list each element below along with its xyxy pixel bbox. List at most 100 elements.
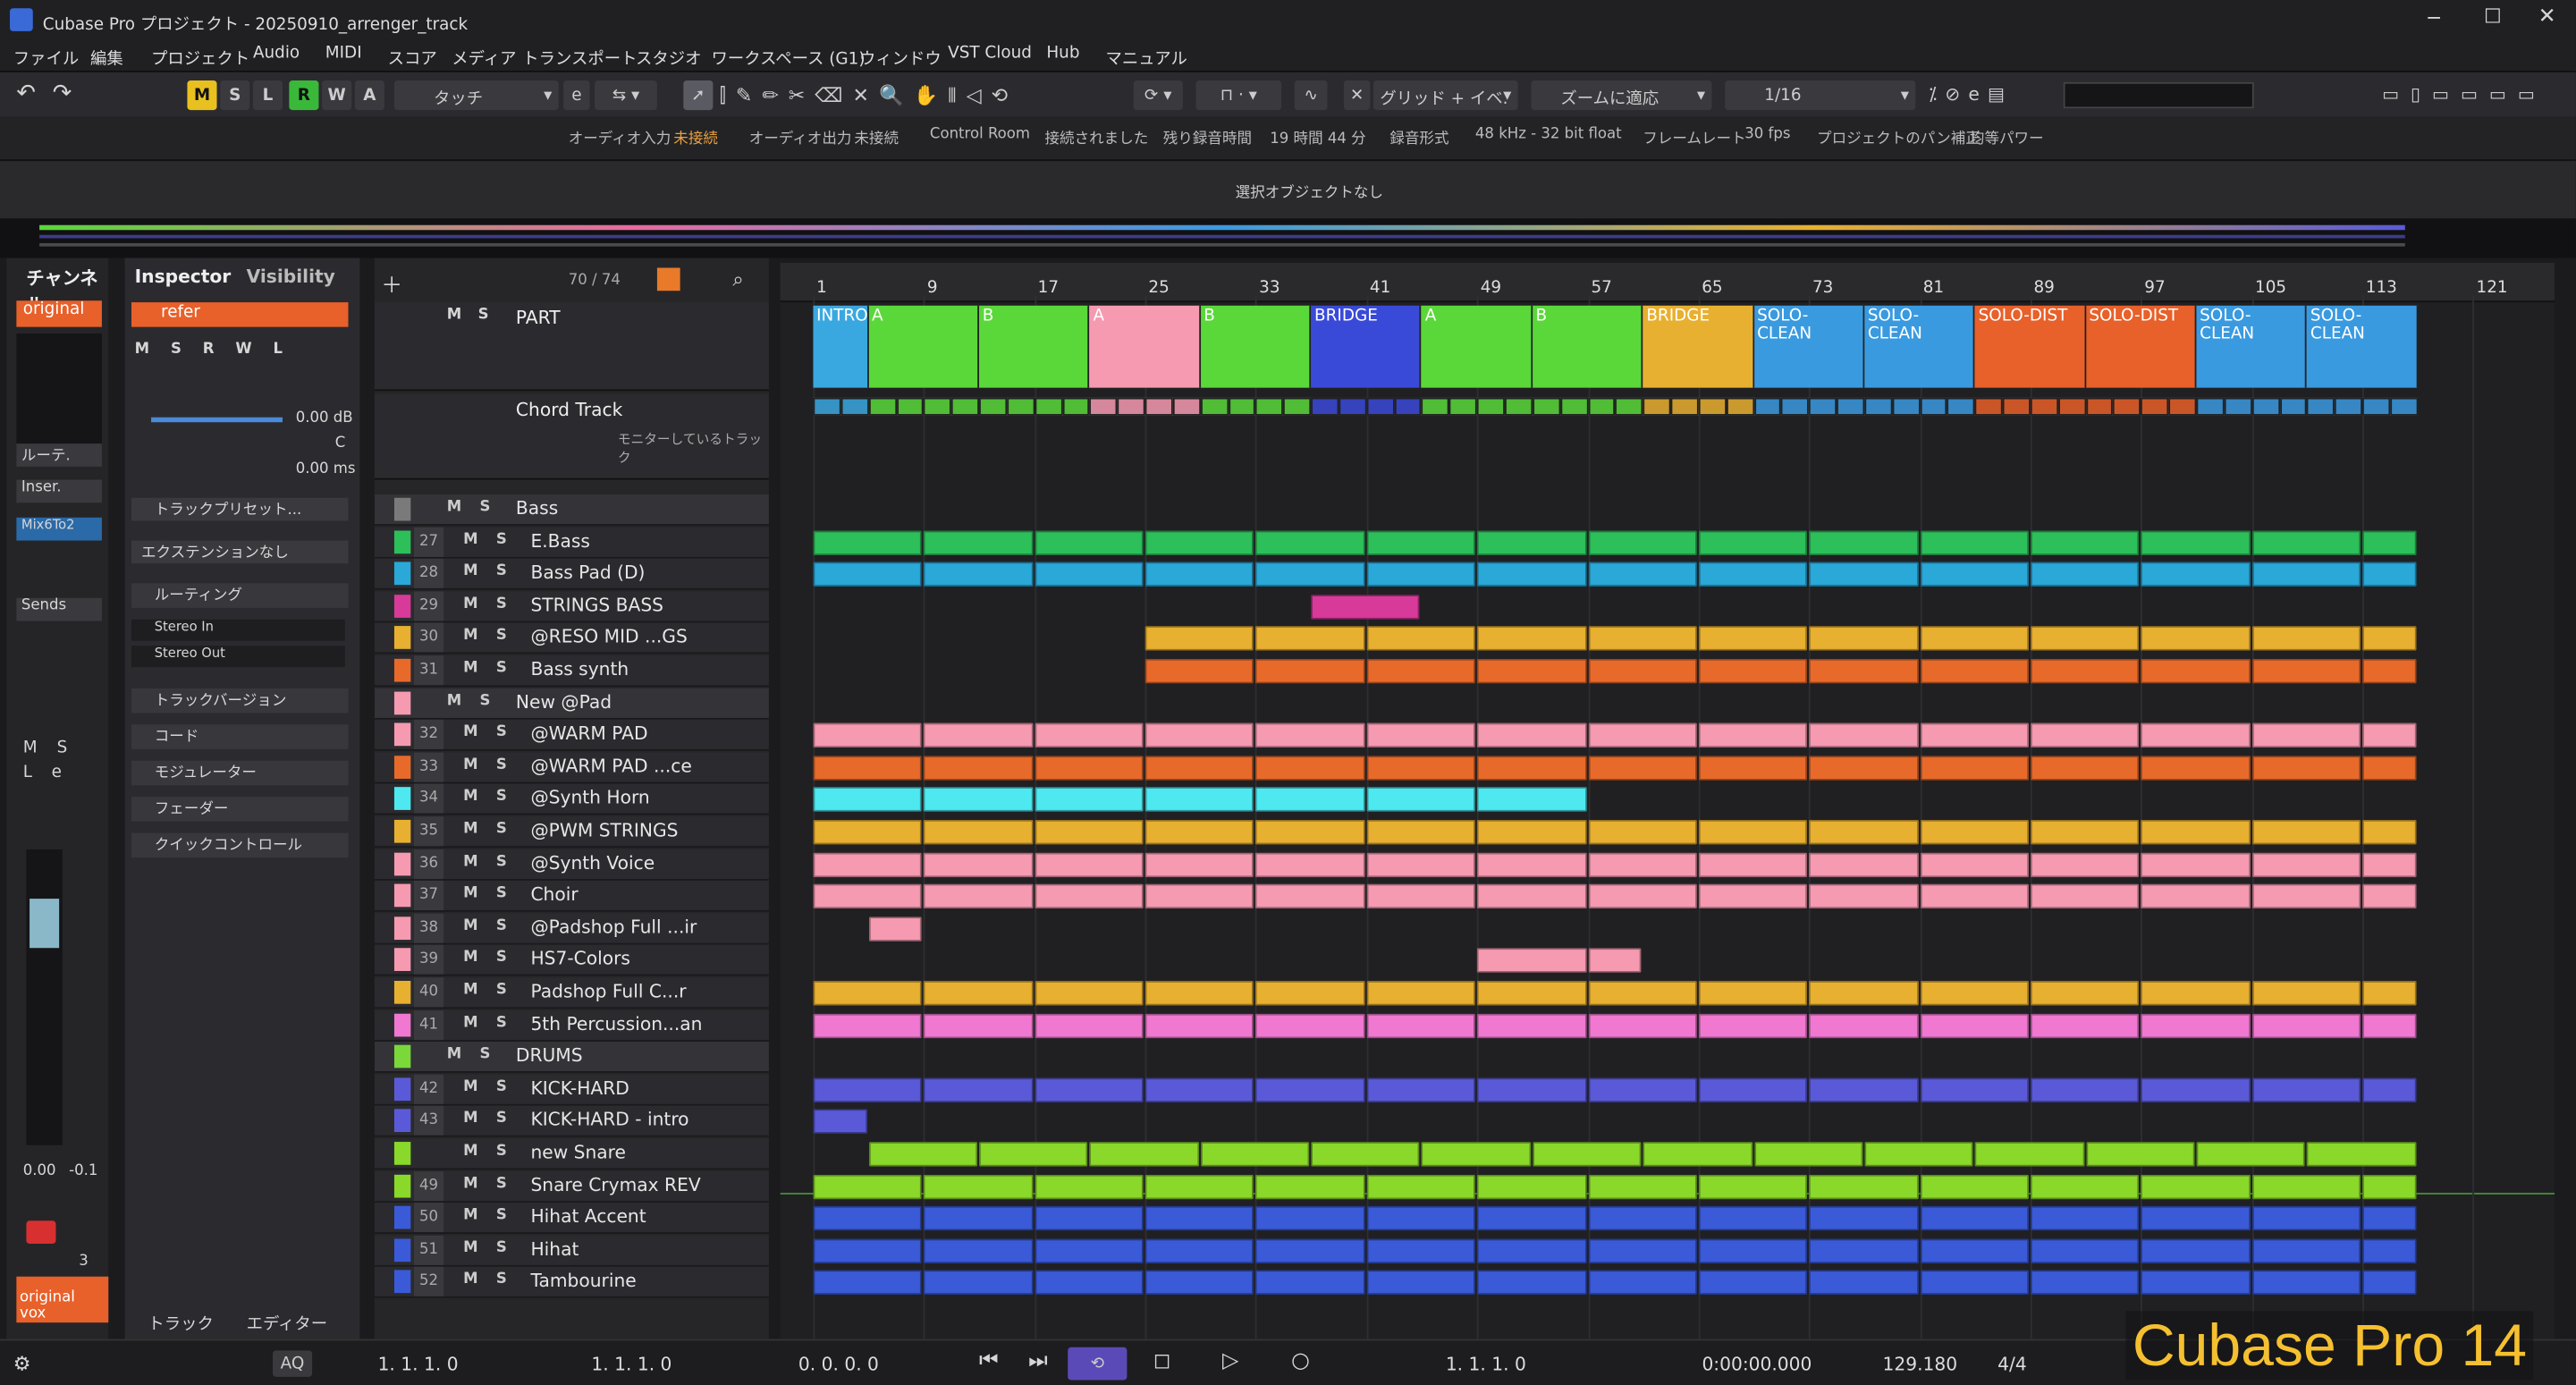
event-clip[interactable] (1366, 1238, 1476, 1263)
chord-event[interactable] (813, 397, 841, 416)
mute-button[interactable]: M (463, 725, 477, 741)
menu-item[interactable]: VST Cloud (948, 45, 1032, 63)
event-clip[interactable] (1366, 851, 1476, 877)
event-clip[interactable] (813, 562, 923, 587)
grid-toggle-icon[interactable]: ✕ (1343, 80, 1371, 111)
event-clip[interactable] (813, 980, 923, 1006)
mute-button[interactable]: M (463, 596, 477, 612)
event-clip[interactable] (813, 883, 923, 909)
play-icon[interactable]: ▷ (1222, 1349, 1238, 1374)
event-clip[interactable] (813, 1238, 923, 1263)
event-clip[interactable] (1255, 883, 1365, 909)
solo-button[interactable]: S (496, 629, 507, 645)
arranger-part[interactable]: SOLO-CLEAN (1753, 305, 1865, 388)
chord-event[interactable] (1089, 397, 1118, 416)
event-clip[interactable] (924, 819, 1034, 845)
event-clip[interactable] (1920, 755, 2029, 781)
track-preset-field[interactable]: トラックプリセット... (131, 497, 349, 521)
event-clip[interactable] (1255, 529, 1365, 555)
snap-toggle-button[interactable]: ∿ (1294, 80, 1328, 111)
event-clip[interactable] (1920, 1012, 2029, 1038)
mute-button[interactable]: M (463, 1208, 477, 1224)
chord-event[interactable] (1117, 397, 1145, 416)
event-clip[interactable] (1034, 1077, 1144, 1102)
event-clip[interactable] (1920, 658, 2029, 684)
arranger-part[interactable]: INTRO (813, 305, 869, 388)
event-clip[interactable] (2030, 755, 2140, 781)
event-clip[interactable] (813, 755, 923, 781)
channel-name[interactable]: original (16, 300, 102, 327)
chord-event[interactable] (1477, 397, 1505, 416)
event-clip[interactable] (1920, 1077, 2029, 1102)
event-clip[interactable] (1643, 1142, 1753, 1167)
auto-mode-button[interactable]: A (354, 80, 384, 111)
menu-item[interactable]: スコア (388, 45, 437, 69)
event-clip[interactable] (1587, 851, 1697, 877)
chord-event[interactable] (1200, 397, 1229, 416)
event-clip[interactable] (2141, 819, 2251, 845)
menu-item[interactable]: メディア (452, 45, 516, 69)
event-clip[interactable] (1809, 626, 1919, 652)
home-icon[interactable] (656, 267, 680, 291)
inspector-section[interactable]: トラックバージョン (131, 688, 349, 714)
event-clip[interactable] (1698, 658, 1808, 684)
event-clip[interactable] (1532, 1142, 1642, 1167)
event-clip[interactable] (1698, 883, 1808, 909)
chord-event[interactable] (1559, 397, 1588, 416)
event-clip[interactable] (1144, 980, 1254, 1006)
event-clip[interactable] (1809, 658, 1919, 684)
undo-icon[interactable]: ↶ (16, 80, 36, 106)
mute-button[interactable]: M (463, 564, 477, 580)
event-clip[interactable] (1587, 562, 1697, 587)
event-clip[interactable] (924, 1238, 1034, 1263)
chord-event[interactable] (1809, 397, 1837, 416)
chord-event[interactable] (1366, 397, 1395, 416)
auto-quantize-button[interactable]: AQ (272, 1350, 313, 1377)
inspector-buttons[interactable]: MSRWL (135, 342, 304, 358)
solo-button[interactable]: S (496, 854, 507, 870)
event-clip[interactable] (2030, 819, 2140, 845)
solo-button[interactable]: S (496, 1208, 507, 1224)
event-clip[interactable] (2251, 1174, 2361, 1199)
stop-icon[interactable]: ◻ (1153, 1349, 1171, 1374)
event-clip[interactable] (1255, 787, 1365, 813)
insert-button[interactable]: Inser. (16, 479, 102, 503)
event-clip[interactable] (1587, 1206, 1697, 1231)
event-clip[interactable] (1366, 883, 1476, 909)
event-clip[interactable] (1255, 1238, 1365, 1263)
event-clip[interactable] (1587, 1271, 1697, 1296)
event-clip[interactable] (813, 1174, 923, 1199)
solo-button[interactable]: S (496, 532, 507, 548)
ruler[interactable]: 1 9 17 25 33 41 49 57 65 73 81 89 97 105 113 121 (780, 263, 2555, 303)
event-clip[interactable] (1477, 1238, 1586, 1263)
event-clip[interactable] (1698, 562, 1808, 587)
chord-event[interactable] (2168, 397, 2197, 416)
event-clip[interactable] (979, 1142, 1089, 1167)
event-clip[interactable] (1034, 562, 1144, 587)
mute-button[interactable]: M (463, 1144, 477, 1160)
event-clip[interactable] (924, 883, 1034, 909)
solo-button[interactable]: S (496, 822, 507, 838)
track-row[interactable]: 51 M S Hihat (374, 1235, 769, 1267)
chord-event[interactable] (1532, 397, 1560, 416)
event-clip[interactable] (1255, 1206, 1365, 1231)
automation-mode-select[interactable]: タッチ ▾ (393, 80, 559, 111)
track-row[interactable]: 37 M S Choir (374, 881, 769, 913)
event-clip[interactable] (2251, 1271, 2361, 1296)
mute-mode-button[interactable]: M (187, 80, 217, 111)
event-clip[interactable] (2141, 658, 2251, 684)
chord-event[interactable] (2196, 397, 2225, 416)
event-clip[interactable] (1587, 883, 1697, 909)
event-clip[interactable] (2030, 722, 2140, 748)
mute-button[interactable]: M (463, 757, 477, 773)
event-clip[interactable] (2251, 1077, 2361, 1102)
event-clip[interactable] (1587, 1077, 1697, 1102)
chord-event[interactable] (924, 397, 952, 416)
menu-item[interactable]: MIDI (325, 45, 362, 63)
event-clip[interactable] (1698, 1206, 1808, 1231)
chord-event[interactable] (1228, 397, 1256, 416)
event-clip[interactable] (1698, 1238, 1808, 1263)
event-clip[interactable] (1698, 529, 1808, 555)
event-clip[interactable] (1809, 980, 1919, 1006)
event-clip[interactable] (1366, 722, 1476, 748)
